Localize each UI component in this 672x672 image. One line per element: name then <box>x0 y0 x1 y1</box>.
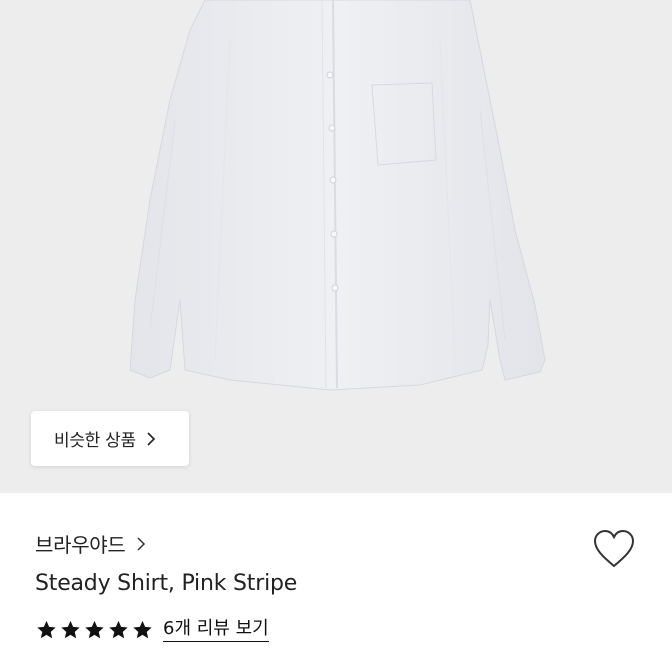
rating-summary: 6개 리뷰 보기 <box>35 618 269 642</box>
brand-name: 브라우야드 <box>35 533 126 557</box>
star-filled-icon <box>85 620 104 639</box>
truncated-info-row <box>35 661 155 672</box>
star-filled-icon <box>133 620 152 639</box>
chevron-right-icon <box>136 536 145 551</box>
product-title: Steady Shirt, Pink Stripe <box>35 571 298 596</box>
star-filled-icon <box>37 620 56 639</box>
similar-products-label: 비슷한 상품 <box>54 431 136 451</box>
brand-link[interactable]: 브라우야드 <box>35 529 148 558</box>
product-hero-image[interactable]: 비슷한 상품 <box>0 0 672 493</box>
review-link[interactable]: 6개 리뷰 보기 <box>163 618 269 642</box>
similar-products-button[interactable]: 비슷한 상품 <box>31 411 189 466</box>
star-filled-icon <box>61 620 80 639</box>
chevron-right-icon <box>147 431 155 446</box>
truncated-text <box>35 661 41 672</box>
star-rating <box>35 619 154 641</box>
heart-outline-icon[interactable] <box>592 528 636 570</box>
star-filled-icon <box>109 620 128 639</box>
